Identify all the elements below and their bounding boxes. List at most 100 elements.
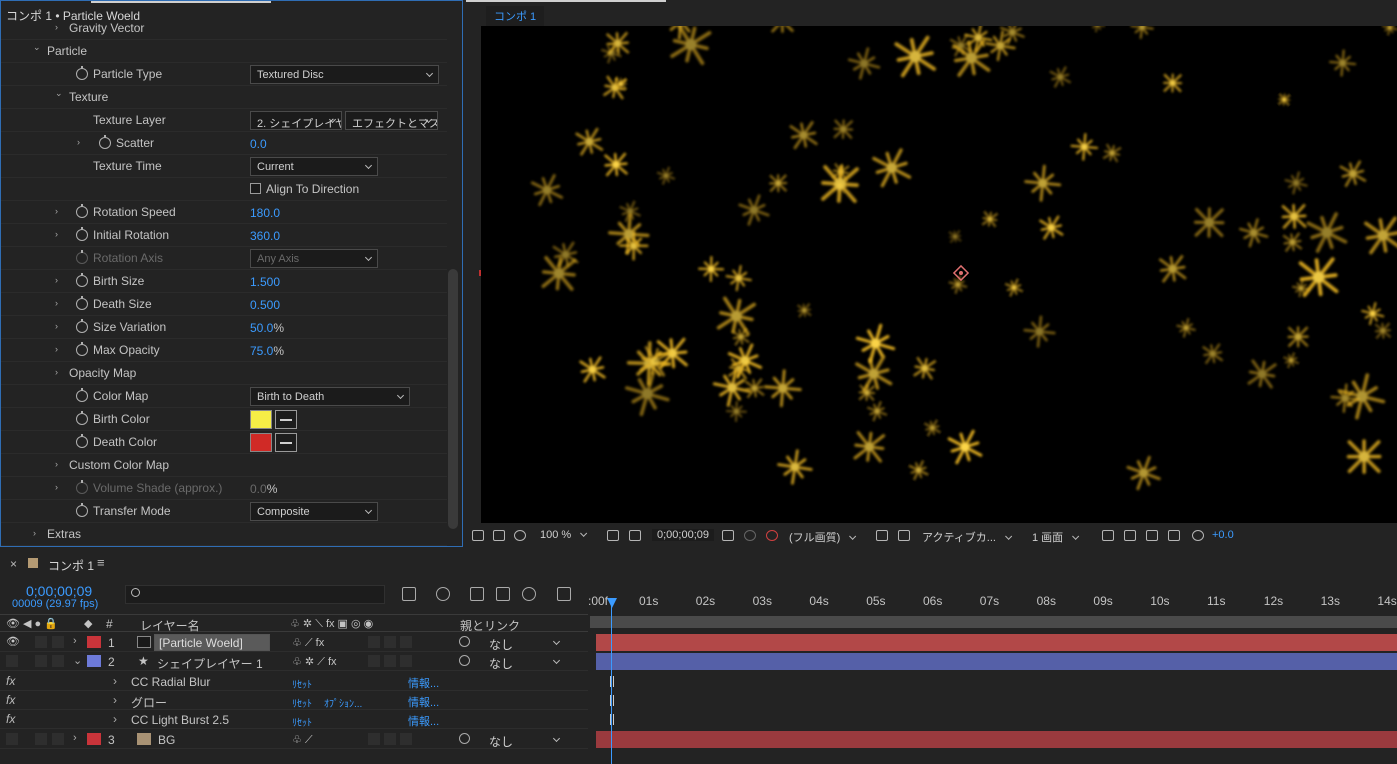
property-value[interactable]: 0.0 bbox=[250, 137, 267, 151]
value-number[interactable]: 0.0 bbox=[250, 137, 267, 151]
playhead-handle[interactable] bbox=[607, 598, 617, 608]
column-parent[interactable]: 親とリンク bbox=[460, 617, 520, 634]
effect-about-link[interactable]: 情報... bbox=[408, 675, 439, 691]
color-swatch[interactable] bbox=[250, 433, 272, 452]
property-value[interactable]: 50.0% bbox=[250, 321, 284, 335]
eyedropper-icon[interactable] bbox=[275, 410, 297, 429]
zoom-dropdown[interactable]: 100 % bbox=[540, 529, 584, 541]
value-number[interactable]: 0.500 bbox=[250, 298, 280, 312]
align-checkbox[interactable] bbox=[250, 183, 261, 194]
label-color-swatch[interactable] bbox=[87, 732, 101, 745]
effect-name[interactable]: グロー bbox=[131, 694, 167, 711]
effect-row[interactable]: fx › グロー ﾘｾｯﾄ ｵﾌﾟｼｮﾝ... 情報... bbox=[0, 691, 588, 710]
tab-timeline[interactable]: コンポ 1 bbox=[48, 557, 94, 574]
disclosure-arrow-icon[interactable]: › bbox=[55, 206, 58, 216]
effect-name[interactable]: CC Light Burst 2.5 bbox=[131, 713, 229, 727]
3d-ground-icon[interactable] bbox=[1102, 530, 1114, 541]
effect-row[interactable]: fx › CC Light Burst 2.5 ﾘｾｯﾄ 情報... bbox=[0, 710, 588, 730]
stopwatch-icon[interactable] bbox=[76, 388, 88, 402]
switch-box[interactable] bbox=[400, 655, 412, 668]
fx-icon[interactable]: fx bbox=[6, 693, 15, 707]
parent-pickwhip-icon[interactable] bbox=[459, 636, 470, 647]
monitor-icon[interactable] bbox=[493, 530, 505, 541]
disclosure-arrow-icon[interactable]: › bbox=[55, 367, 58, 377]
color-channel-icon[interactable] bbox=[766, 530, 778, 541]
label-color-swatch[interactable] bbox=[87, 636, 101, 648]
current-time[interactable]: 0;00;00;09 bbox=[26, 583, 92, 599]
work-area-bar[interactable] bbox=[590, 616, 1397, 628]
value-number[interactable]: 1.500 bbox=[250, 275, 280, 289]
parent-dropdown[interactable]: なし bbox=[485, 732, 567, 749]
stopwatch-icon[interactable] bbox=[76, 227, 88, 241]
layer-switches[interactable]: ♧ ✲ ⟋ fx bbox=[292, 655, 337, 669]
layer-row[interactable]: › 3 BG ♧ ⟋ なし bbox=[0, 730, 588, 749]
property-value[interactable]: 0.0% bbox=[250, 482, 277, 496]
lock-switch[interactable] bbox=[52, 655, 64, 668]
disclosure-arrow-icon[interactable]: ⌄ bbox=[55, 88, 63, 99]
property-dropdown-secondary[interactable]: エフェクトとマスク bbox=[345, 111, 438, 130]
stopwatch-icon[interactable] bbox=[76, 204, 88, 218]
stopwatch-icon[interactable] bbox=[76, 434, 88, 448]
stopwatch-icon[interactable] bbox=[76, 319, 88, 333]
layer-switches[interactable]: ♧ ⟋ bbox=[292, 733, 313, 747]
effect-options-link[interactable]: ｵﾌﾟｼｮﾝ... bbox=[324, 695, 362, 710]
disclosure-arrow-icon[interactable]: › bbox=[55, 459, 58, 469]
column-layer-name[interactable]: レイヤー名 bbox=[140, 617, 200, 634]
stopwatch-icon[interactable] bbox=[76, 342, 88, 356]
layer-switches[interactable]: ♧ ⟋ fx bbox=[292, 636, 324, 650]
property-dropdown[interactable]: Any Axis bbox=[250, 249, 378, 268]
property-dropdown[interactable]: Birth to Death bbox=[250, 387, 410, 406]
anchor-point-icon[interactable] bbox=[952, 264, 970, 282]
lock-switch[interactable] bbox=[52, 636, 64, 648]
eye-icon[interactable]: 👁 bbox=[6, 635, 20, 648]
time-ruler[interactable]: :00f 01s 02s 03s 04s 05s 06s 07s 08s 09s 10s 11s 12s… bbox=[588, 584, 1397, 614]
label-color-swatch[interactable] bbox=[87, 655, 101, 668]
disclosure-arrow-icon[interactable]: › bbox=[55, 229, 58, 239]
property-value[interactable]: 0.500 bbox=[250, 298, 280, 312]
views-dropdown[interactable]: 1 画面 bbox=[1032, 529, 1076, 545]
reset-exposure-icon[interactable] bbox=[1192, 530, 1204, 541]
effect-row[interactable]: fx › CC Radial Blur ﾘｾｯﾄ 情報... bbox=[0, 672, 588, 691]
video-switch[interactable] bbox=[6, 655, 18, 668]
transparency-grid-icon[interactable] bbox=[898, 530, 910, 541]
tab-composition[interactable]: コンポ 1 bbox=[486, 6, 545, 26]
draft-3d-icon[interactable] bbox=[436, 587, 450, 601]
lock-switch[interactable] bbox=[52, 732, 64, 745]
parent-dropdown[interactable]: なし bbox=[485, 635, 567, 652]
property-value[interactable]: 180.0 bbox=[250, 206, 280, 220]
disclosure-arrow-icon[interactable]: › bbox=[77, 137, 80, 147]
fast-preview-icon[interactable] bbox=[876, 530, 888, 541]
flowchart-icon[interactable] bbox=[1168, 530, 1180, 541]
parent-dropdown[interactable]: なし bbox=[485, 654, 567, 671]
resolution-dropdown[interactable]: (フル画質) bbox=[789, 529, 853, 545]
comp-mini-flowchart-icon[interactable] bbox=[402, 587, 416, 601]
effect-reset-link[interactable]: ﾘｾｯﾄ bbox=[292, 695, 312, 710]
parent-pickwhip-icon[interactable] bbox=[459, 732, 470, 744]
stopwatch-icon[interactable] bbox=[76, 273, 88, 287]
graph-editor-icon[interactable] bbox=[557, 587, 571, 601]
effect-about-link[interactable]: 情報... bbox=[408, 694, 439, 710]
property-dropdown[interactable]: Composite bbox=[250, 502, 378, 521]
layer-row[interactable]: 👁 › 1 [Particle Woeld] ♧ ⟋ fx なし bbox=[0, 633, 588, 652]
layer-search-input[interactable] bbox=[125, 585, 385, 604]
video-switch[interactable] bbox=[6, 732, 18, 745]
stopwatch-icon[interactable] bbox=[76, 411, 88, 425]
value-number[interactable]: 75.0 bbox=[250, 344, 273, 358]
effect-reset-link[interactable]: ﾘｾｯﾄ bbox=[292, 676, 312, 691]
twirl-arrow-icon[interactable]: ⌄ bbox=[73, 654, 82, 667]
disclosure-arrow-icon[interactable]: › bbox=[55, 298, 58, 308]
composition-canvas[interactable] bbox=[481, 26, 1397, 523]
close-icon[interactable]: × bbox=[10, 557, 17, 571]
disclosure-arrow-icon[interactable]: › bbox=[55, 22, 58, 32]
switch-box[interactable] bbox=[400, 636, 412, 648]
viewer-timecode[interactable]: 0;00;00;09 bbox=[652, 529, 714, 541]
twirl-arrow-icon[interactable]: › bbox=[113, 693, 117, 707]
stopwatch-icon[interactable] bbox=[99, 135, 111, 149]
property-dropdown[interactable]: Textured Disc bbox=[250, 65, 439, 84]
camera-snapshot-icon[interactable] bbox=[722, 530, 734, 541]
switch-box[interactable] bbox=[368, 655, 380, 668]
value-number[interactable]: 50.0 bbox=[250, 321, 273, 335]
switch-box[interactable] bbox=[400, 732, 412, 745]
effect-about-link[interactable]: 情報... bbox=[408, 713, 439, 729]
switch-box[interactable] bbox=[384, 732, 396, 745]
